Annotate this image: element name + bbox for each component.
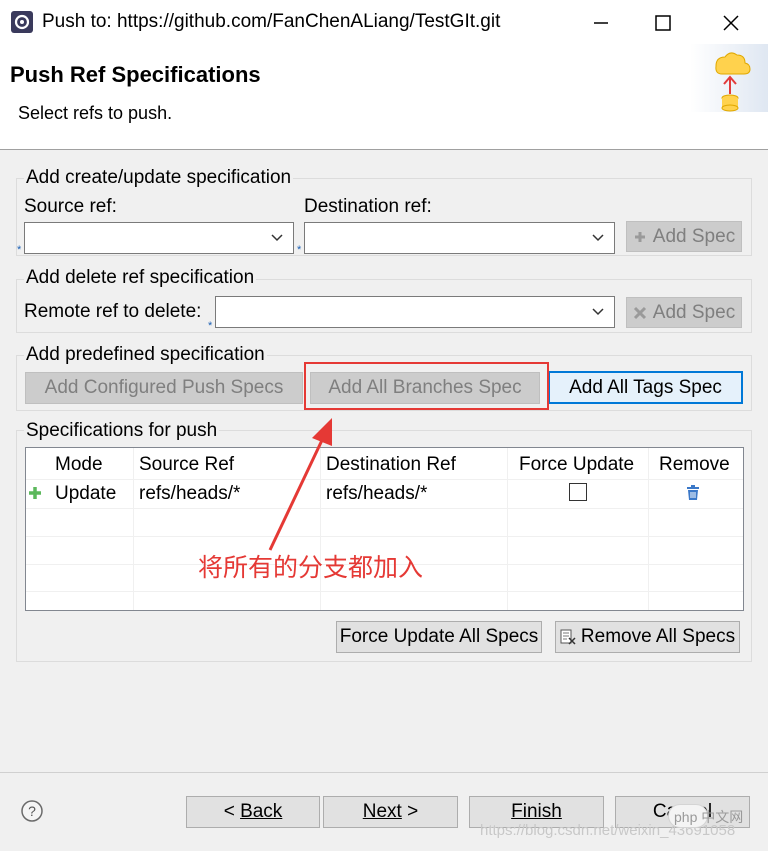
- row-divider: [26, 479, 743, 480]
- specs-table[interactable]: Mode Source Ref Destination Ref Force Up…: [25, 447, 744, 611]
- page-title: Push Ref Specifications: [10, 62, 261, 87]
- remove-all-specs-button[interactable]: Remove All Specs: [555, 621, 740, 653]
- trash-icon[interactable]: [686, 485, 700, 501]
- close-icon[interactable]: [716, 8, 746, 38]
- delete-x-icon: [633, 306, 646, 319]
- back-button-label: Back: [240, 801, 283, 822]
- remove-all-icon: [560, 629, 576, 645]
- annotation-highlight-box: [304, 362, 549, 410]
- chevron-down-icon: [592, 308, 604, 316]
- page-subtitle: Select refs to push.: [18, 103, 173, 123]
- chevron-down-icon: [271, 234, 283, 242]
- force-update-all-specs-button[interactable]: Force Update All Specs: [336, 621, 542, 653]
- force-update-checkbox[interactable]: [569, 483, 587, 501]
- column-header-remove[interactable]: Remove: [659, 454, 730, 476]
- add-configured-push-specs-label: Add Configured Push Specs: [44, 377, 284, 398]
- eclipse-app-icon: [11, 11, 33, 33]
- add-spec-button[interactable]: Add Spec: [626, 221, 742, 252]
- help-icon[interactable]: ?: [20, 799, 44, 823]
- back-button[interactable]: < Back: [186, 796, 320, 828]
- window-title: Push to: https://github.com/FanChenALian…: [42, 11, 501, 32]
- add-all-tags-spec-label: Add All Tags Spec: [569, 376, 722, 398]
- next-button-label: Next: [362, 801, 402, 822]
- footer-separator: [0, 772, 768, 773]
- wizard-header: Push Ref Specifications Select refs to p…: [0, 44, 768, 150]
- add-all-tags-spec-button[interactable]: Add All Tags Spec: [548, 371, 743, 404]
- title-bar: Push to: https://github.com/FanChenALian…: [0, 0, 768, 44]
- column-divider: [648, 448, 649, 610]
- delete-ref-group-title: Add delete ref specification: [24, 267, 257, 289]
- row-divider: [26, 508, 743, 509]
- column-header-mode[interactable]: Mode: [55, 454, 103, 476]
- svg-text:?: ?: [28, 803, 36, 819]
- column-header-source-ref[interactable]: Source Ref: [139, 454, 234, 476]
- column-divider: [133, 448, 134, 610]
- minimize-icon[interactable]: [586, 8, 616, 38]
- row-source-ref[interactable]: refs/heads/*: [139, 483, 240, 505]
- finish-button-label: Finish: [511, 801, 562, 822]
- cloud-push-icon: [690, 44, 768, 112]
- column-divider: [507, 448, 508, 610]
- annotation-arrow: [268, 418, 332, 551]
- destination-ref-label: Destination ref:: [304, 196, 432, 217]
- source-ref-combo[interactable]: [24, 222, 294, 254]
- add-spec-label: Add Spec: [652, 225, 736, 247]
- force-update-all-specs-label: Force Update All Specs: [339, 626, 539, 647]
- back-button-prefix: <: [223, 801, 241, 822]
- annotation-text: 将所有的分支都加入: [198, 553, 424, 582]
- row-divider: [26, 536, 743, 537]
- add-configured-push-specs-button[interactable]: Add Configured Push Specs: [25, 372, 303, 404]
- next-button[interactable]: Next >: [323, 796, 458, 828]
- add-row-icon: [29, 487, 41, 499]
- add-spec-label: Add Spec: [652, 301, 736, 323]
- required-marker: *: [297, 244, 302, 256]
- required-marker: *: [208, 320, 213, 332]
- php-badge: php 中文网: [668, 802, 760, 832]
- predefined-group-title: Add predefined specification: [24, 344, 267, 366]
- row-mode[interactable]: Update: [55, 483, 116, 505]
- required-marker: *: [17, 244, 22, 256]
- destination-ref-combo[interactable]: [304, 222, 615, 254]
- maximize-icon[interactable]: [648, 8, 678, 38]
- php-badge-text: php 中文网: [674, 809, 744, 825]
- next-button-suffix: >: [401, 801, 419, 822]
- add-delete-spec-button[interactable]: Add Spec: [626, 297, 742, 328]
- remote-ref-label: Remote ref to delete:: [24, 301, 202, 322]
- chevron-down-icon: [592, 234, 604, 242]
- remove-all-specs-label: Remove All Specs: [580, 626, 736, 647]
- source-ref-label: Source ref:: [24, 196, 117, 217]
- remote-ref-combo[interactable]: [215, 296, 615, 328]
- specs-group-title: Specifications for push: [24, 420, 220, 442]
- plus-icon: [634, 231, 645, 242]
- row-divider: [26, 591, 743, 592]
- create-update-group-title: Add create/update specification: [24, 167, 294, 189]
- column-header-force-update[interactable]: Force Update: [519, 454, 634, 476]
